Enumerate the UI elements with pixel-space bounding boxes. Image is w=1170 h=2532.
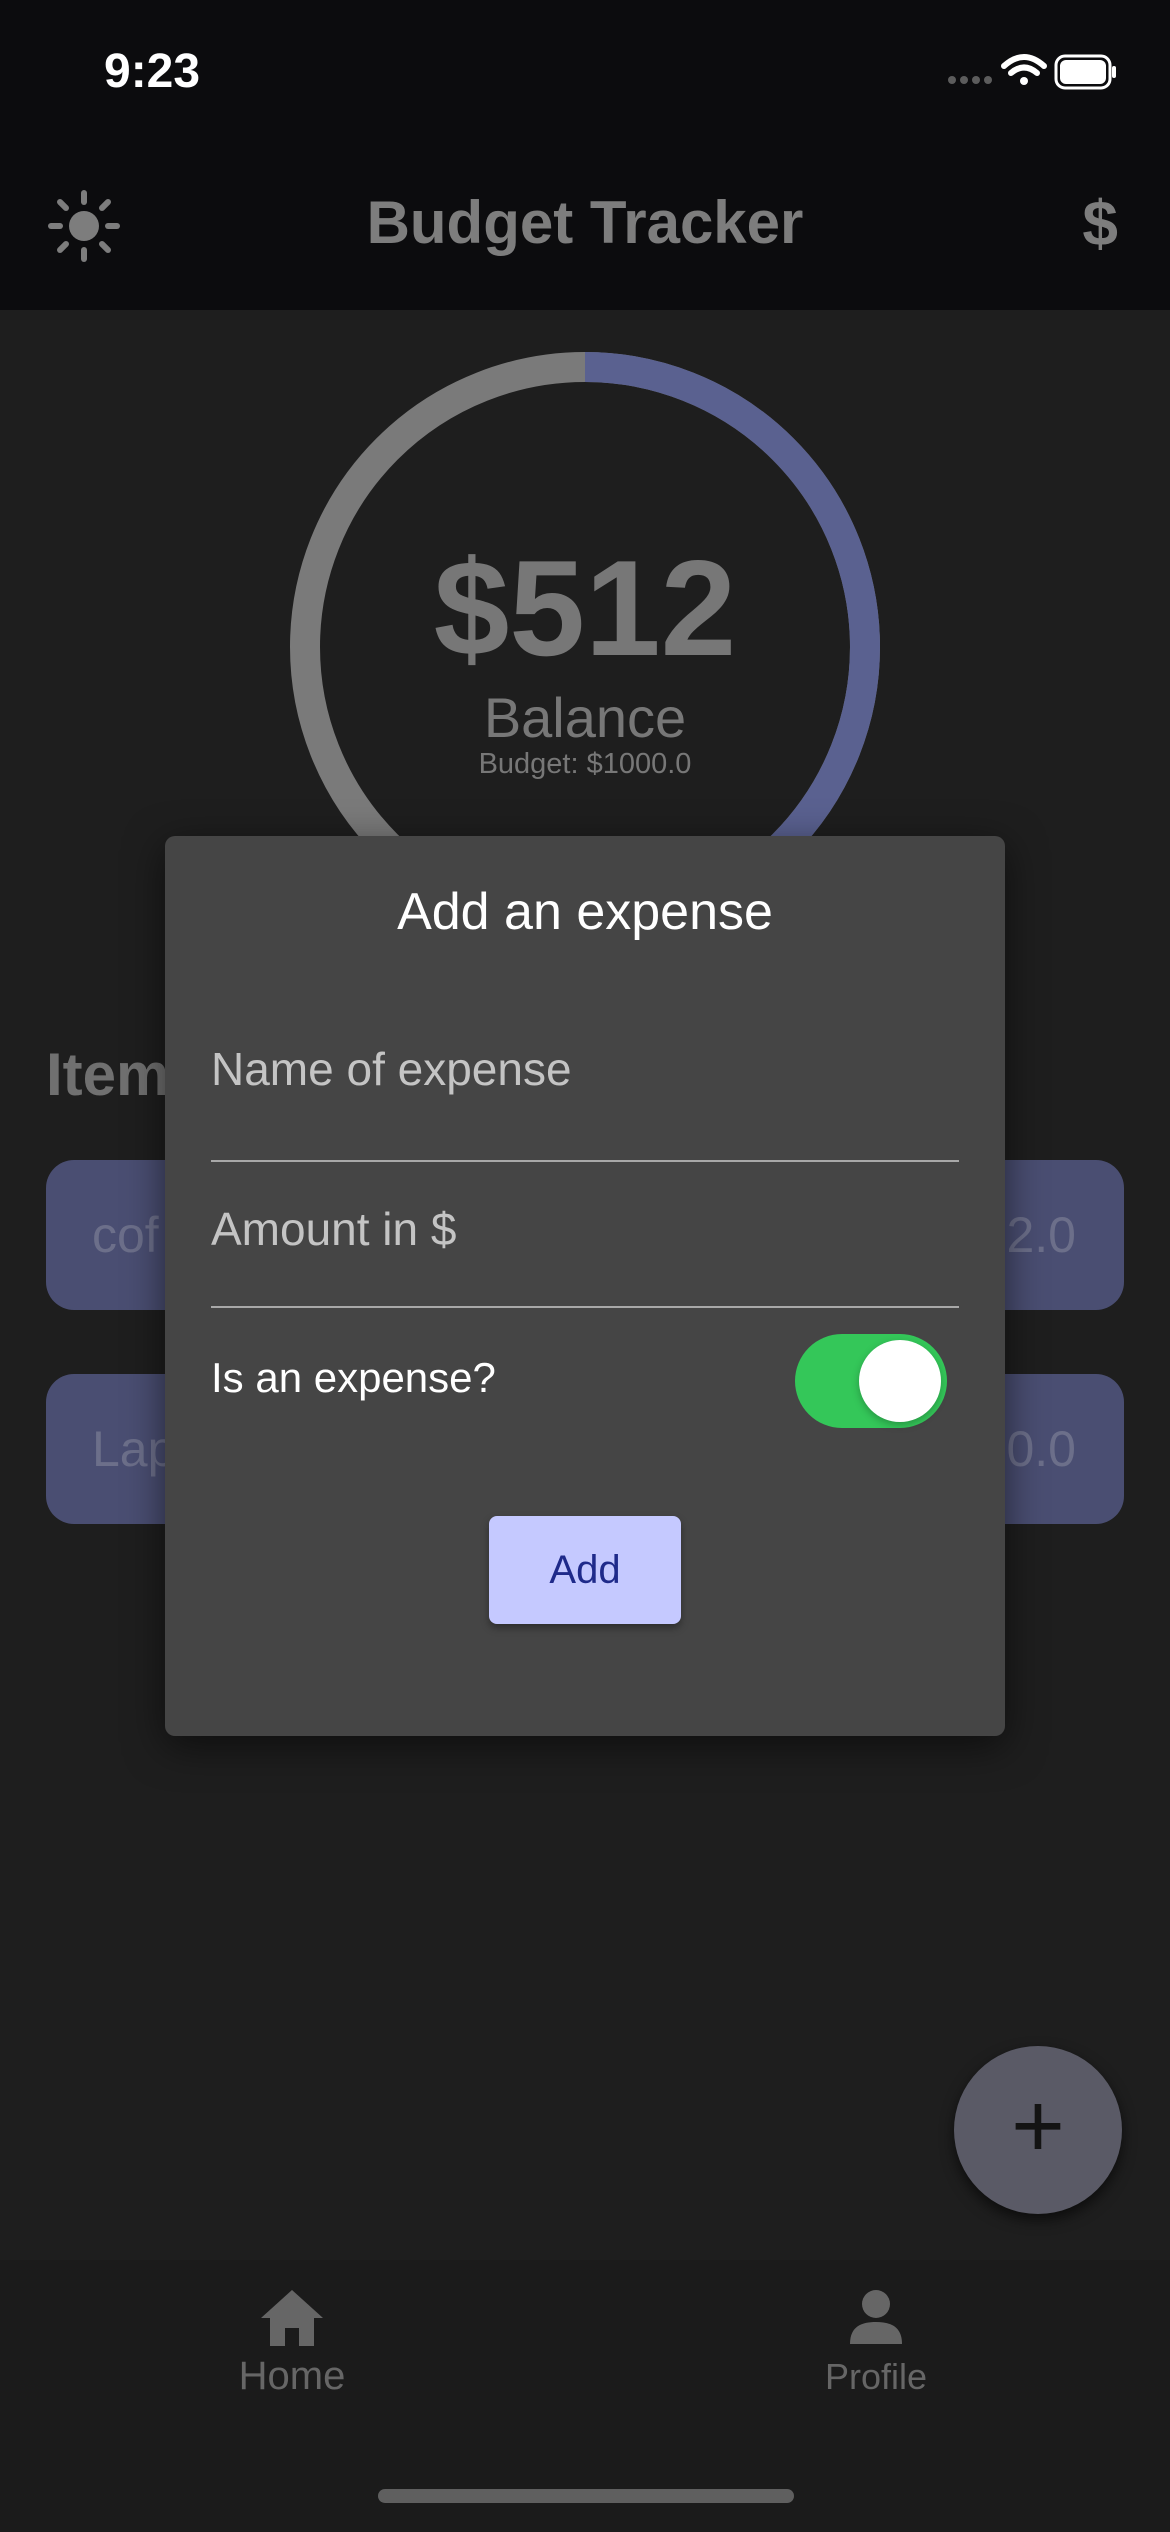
budget-label: Budget: $1000.0 [478,748,692,780]
dialog-title: Add an expense [397,883,773,941]
toggle-knob [859,1340,941,1422]
nav-label-profile: Profile [824,2356,928,2397]
wifi-icon [1001,54,1047,85]
nav-item-home[interactable]: Home [162,2288,422,2399]
add-expense-dialog: Add an expense Is an expense? Add [165,836,1005,1736]
battery-icon [1054,54,1116,90]
status-icons [946,50,1118,100]
home-indicator [378,2489,794,2503]
expense-toggle[interactable] [795,1334,947,1428]
bottom-nav: Home Profile [0,2260,1170,2532]
signal-icon [948,76,992,84]
nav-label-home: Home [238,2354,346,2398]
item-name: Lap [92,1421,176,1477]
screen: 9:23 Budget Tracker $ $512 Balance Budge… [0,0,1170,2532]
app-title: Budget Tracker [366,189,804,256]
expense-name-input[interactable] [211,1042,959,1096]
expense-toggle-label: Is an expense? [211,1354,496,1401]
status-time: 9:23 [104,45,201,98]
add-item-fab[interactable]: + [954,2046,1122,2214]
plus-icon: + [1011,2075,1065,2177]
item-value: 0.0 [1006,1421,1076,1477]
expense-amount-field [211,1198,959,1308]
home-icon [261,2290,323,2346]
items-heading: Item [46,1041,170,1108]
expense-amount-input[interactable] [211,1202,959,1256]
balance-amount: $512 [433,532,737,684]
balance-label: Balance [483,686,687,749]
item-value: 2.0 [1006,1207,1076,1263]
expense-name-field [211,1032,959,1162]
currency-button[interactable]: $ [1082,186,1118,260]
person-icon [850,2290,902,2344]
app-bar: Budget Tracker $ [0,150,1170,310]
status-bar: 9:23 [0,0,1170,150]
nav-item-profile[interactable]: Profile [746,2288,1006,2398]
item-name: cof [92,1207,159,1263]
add-button[interactable]: Add [489,1516,681,1624]
